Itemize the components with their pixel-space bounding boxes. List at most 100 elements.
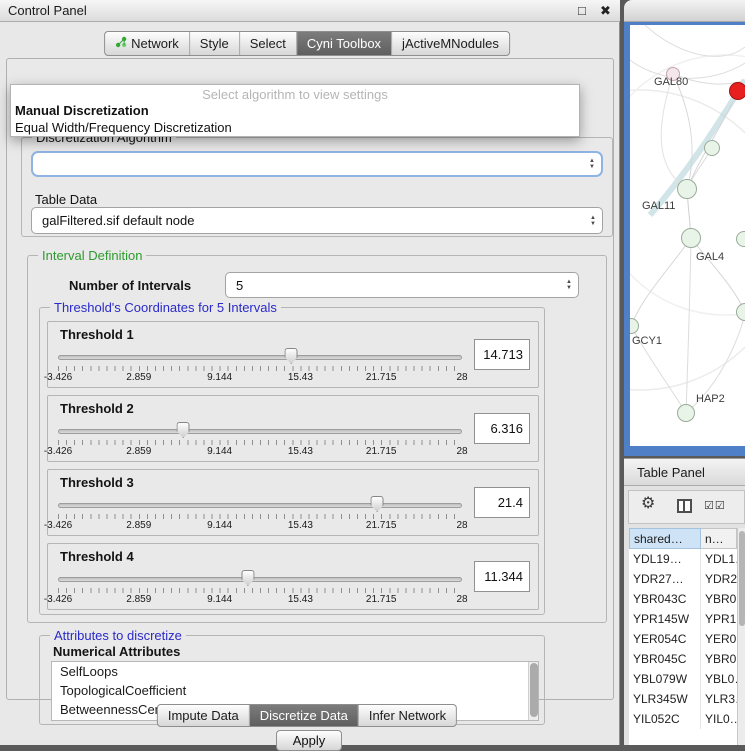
threshold-2-slider[interactable]: [58, 422, 462, 440]
numerical-attributes-label: Numerical Attributes: [53, 644, 180, 659]
table-cell[interactable]: YBR0…: [701, 649, 737, 669]
tab-network[interactable]: Network: [105, 32, 189, 55]
table-cell[interactable]: YBR045C: [629, 649, 701, 669]
group-title: Threshold's Coordinates for 5 Intervals: [50, 300, 281, 315]
table-cell[interactable]: YLR3…: [701, 689, 737, 709]
scale-label: -3.426: [44, 594, 72, 605]
table-row[interactable]: YBR045CYBR0…: [629, 649, 737, 669]
network-canvas[interactable]: GAL80 GAL11 GAL4 GCY1 HAP2: [630, 25, 745, 446]
table-row[interactable]: YPR145WYPR1…: [629, 609, 737, 629]
table-cell[interactable]: YPR145W: [629, 609, 701, 629]
tab-label: jActiveMNodules: [402, 32, 499, 55]
table-rows: YDL19…YDL1… YDR27…YDR2… YBR043CYBR0… YPR…: [629, 549, 737, 745]
scale-label: 15.43: [288, 520, 313, 531]
threshold-3-value-field[interactable]: [474, 487, 530, 518]
table-row[interactable]: YBR043CYBR0…: [629, 589, 737, 609]
algorithm-combobox[interactable]: ▲▼: [31, 151, 603, 177]
table-cell[interactable]: YLR345W: [629, 689, 701, 709]
slider-track[interactable]: [58, 577, 462, 582]
threshold-1-panel: Threshold 1 -3.426 2.859 9.144 15.43 21.…: [47, 321, 539, 388]
scale-label: 2.859: [126, 372, 151, 383]
table-row[interactable]: YDL19…YDL1…: [629, 549, 737, 569]
network-node[interactable]: [736, 231, 745, 247]
number-of-intervals-combobox[interactable]: 5 ▲▼: [225, 272, 579, 298]
tab-impute-data[interactable]: Impute Data: [158, 705, 249, 726]
network-node[interactable]: [681, 228, 701, 248]
tab-jactivemnodules[interactable]: jActiveMNodules: [391, 32, 509, 55]
columns-icon[interactable]: [677, 499, 692, 513]
table-cell[interactable]: YDL1…: [701, 549, 737, 569]
tab-style[interactable]: Style: [189, 32, 239, 55]
scrollbar-thumb[interactable]: [739, 531, 745, 626]
table-cell[interactable]: YBL0…: [701, 669, 737, 689]
select-all-checkbox-icons[interactable]: ☑☑: [704, 499, 726, 512]
threshold-4-value-field[interactable]: [474, 561, 530, 592]
table-cell[interactable]: YBR0…: [701, 589, 737, 609]
tab-select[interactable]: Select: [239, 32, 296, 55]
column-header-name[interactable]: n…: [701, 528, 737, 549]
tab-label: Discretize Data: [260, 705, 348, 726]
list-item[interactable]: TopologicalCoefficient: [52, 681, 538, 700]
list-scrollbar[interactable]: [528, 662, 538, 720]
table-cell[interactable]: YDR2…: [701, 569, 737, 589]
scale-label: 15.43: [288, 372, 313, 383]
network-node-selected[interactable]: [729, 82, 745, 100]
threshold-1-slider[interactable]: [58, 348, 462, 366]
table-cell[interactable]: YER0…: [701, 629, 737, 649]
table-row[interactable]: YLR345WYLR3…: [629, 689, 737, 709]
slider-track[interactable]: [58, 355, 462, 360]
table-cell[interactable]: YDR27…: [629, 569, 701, 589]
threshold-label: Threshold 2: [60, 401, 134, 416]
table-row[interactable]: YER054CYER0…: [629, 629, 737, 649]
dropdown-option-equal-width-frequency[interactable]: Equal Width/Frequency Discretization: [11, 119, 579, 136]
table-cell[interactable]: YPR1…: [701, 609, 737, 629]
table-cell[interactable]: YBR043C: [629, 589, 701, 609]
network-node[interactable]: [677, 179, 697, 199]
stepper-icon[interactable]: ▲▼: [590, 215, 596, 227]
table-cell[interactable]: YDL19…: [629, 549, 701, 569]
table-data-combobox[interactable]: galFiltered.sif default node ▲▼: [31, 207, 603, 234]
tab-infer-network[interactable]: Infer Network: [358, 705, 456, 726]
network-node[interactable]: [704, 140, 720, 156]
table-cell[interactable]: YER054C: [629, 629, 701, 649]
slider-thumb[interactable]: [285, 348, 298, 364]
slider-thumb[interactable]: [177, 422, 190, 438]
column-header-shared-name[interactable]: shared…: [629, 528, 701, 549]
threshold-3-slider[interactable]: [58, 496, 462, 514]
tab-cyni-toolbox[interactable]: Cyni Toolbox: [296, 32, 391, 55]
dropdown-option-manual-discretization[interactable]: Manual Discretization: [11, 102, 579, 119]
table-cell[interactable]: YBL079W: [629, 669, 701, 689]
tab-label: Select: [250, 32, 286, 55]
stepper-icon[interactable]: ▲▼: [566, 279, 572, 291]
gear-icon[interactable]: ⚙: [641, 496, 655, 512]
threshold-4-slider[interactable]: [58, 570, 462, 588]
table-cell[interactable]: YIL0…: [701, 709, 737, 729]
slider-track[interactable]: [58, 503, 462, 508]
tab-discretize-data[interactable]: Discretize Data: [249, 705, 358, 726]
stepper-icon[interactable]: ▲▼: [589, 158, 595, 170]
group-title: Interval Definition: [38, 248, 146, 263]
list-item[interactable]: SelfLoops: [52, 662, 538, 681]
float-panel-icon[interactable]: □: [578, 0, 586, 22]
combobox-value: galFiltered.sif default node: [42, 208, 194, 234]
slider-thumb[interactable]: [371, 496, 384, 512]
table-cell[interactable]: YIL052C: [629, 709, 701, 729]
apply-button[interactable]: Apply: [276, 730, 342, 751]
network-icon: [115, 32, 127, 55]
table-row[interactable]: YBL079WYBL0…: [629, 669, 737, 689]
threshold-1-value-field[interactable]: [474, 339, 530, 370]
scale-label: 21.715: [366, 372, 397, 383]
threshold-2-value-field[interactable]: [474, 413, 530, 444]
scale-label: 28: [456, 594, 467, 605]
network-node[interactable]: [677, 404, 695, 422]
slider-track[interactable]: [58, 429, 462, 434]
close-icon[interactable]: ✖: [600, 0, 611, 22]
node-label: GCY1: [632, 335, 662, 347]
tab-label: Style: [200, 32, 229, 55]
node-label: GAL11: [642, 200, 675, 212]
scrollbar-thumb[interactable]: [530, 663, 538, 717]
slider-thumb[interactable]: [241, 570, 254, 586]
table-row[interactable]: YDR27…YDR2…: [629, 569, 737, 589]
table-row[interactable]: YIL052CYIL0…: [629, 709, 737, 729]
table-scrollbar[interactable]: [737, 528, 745, 745]
